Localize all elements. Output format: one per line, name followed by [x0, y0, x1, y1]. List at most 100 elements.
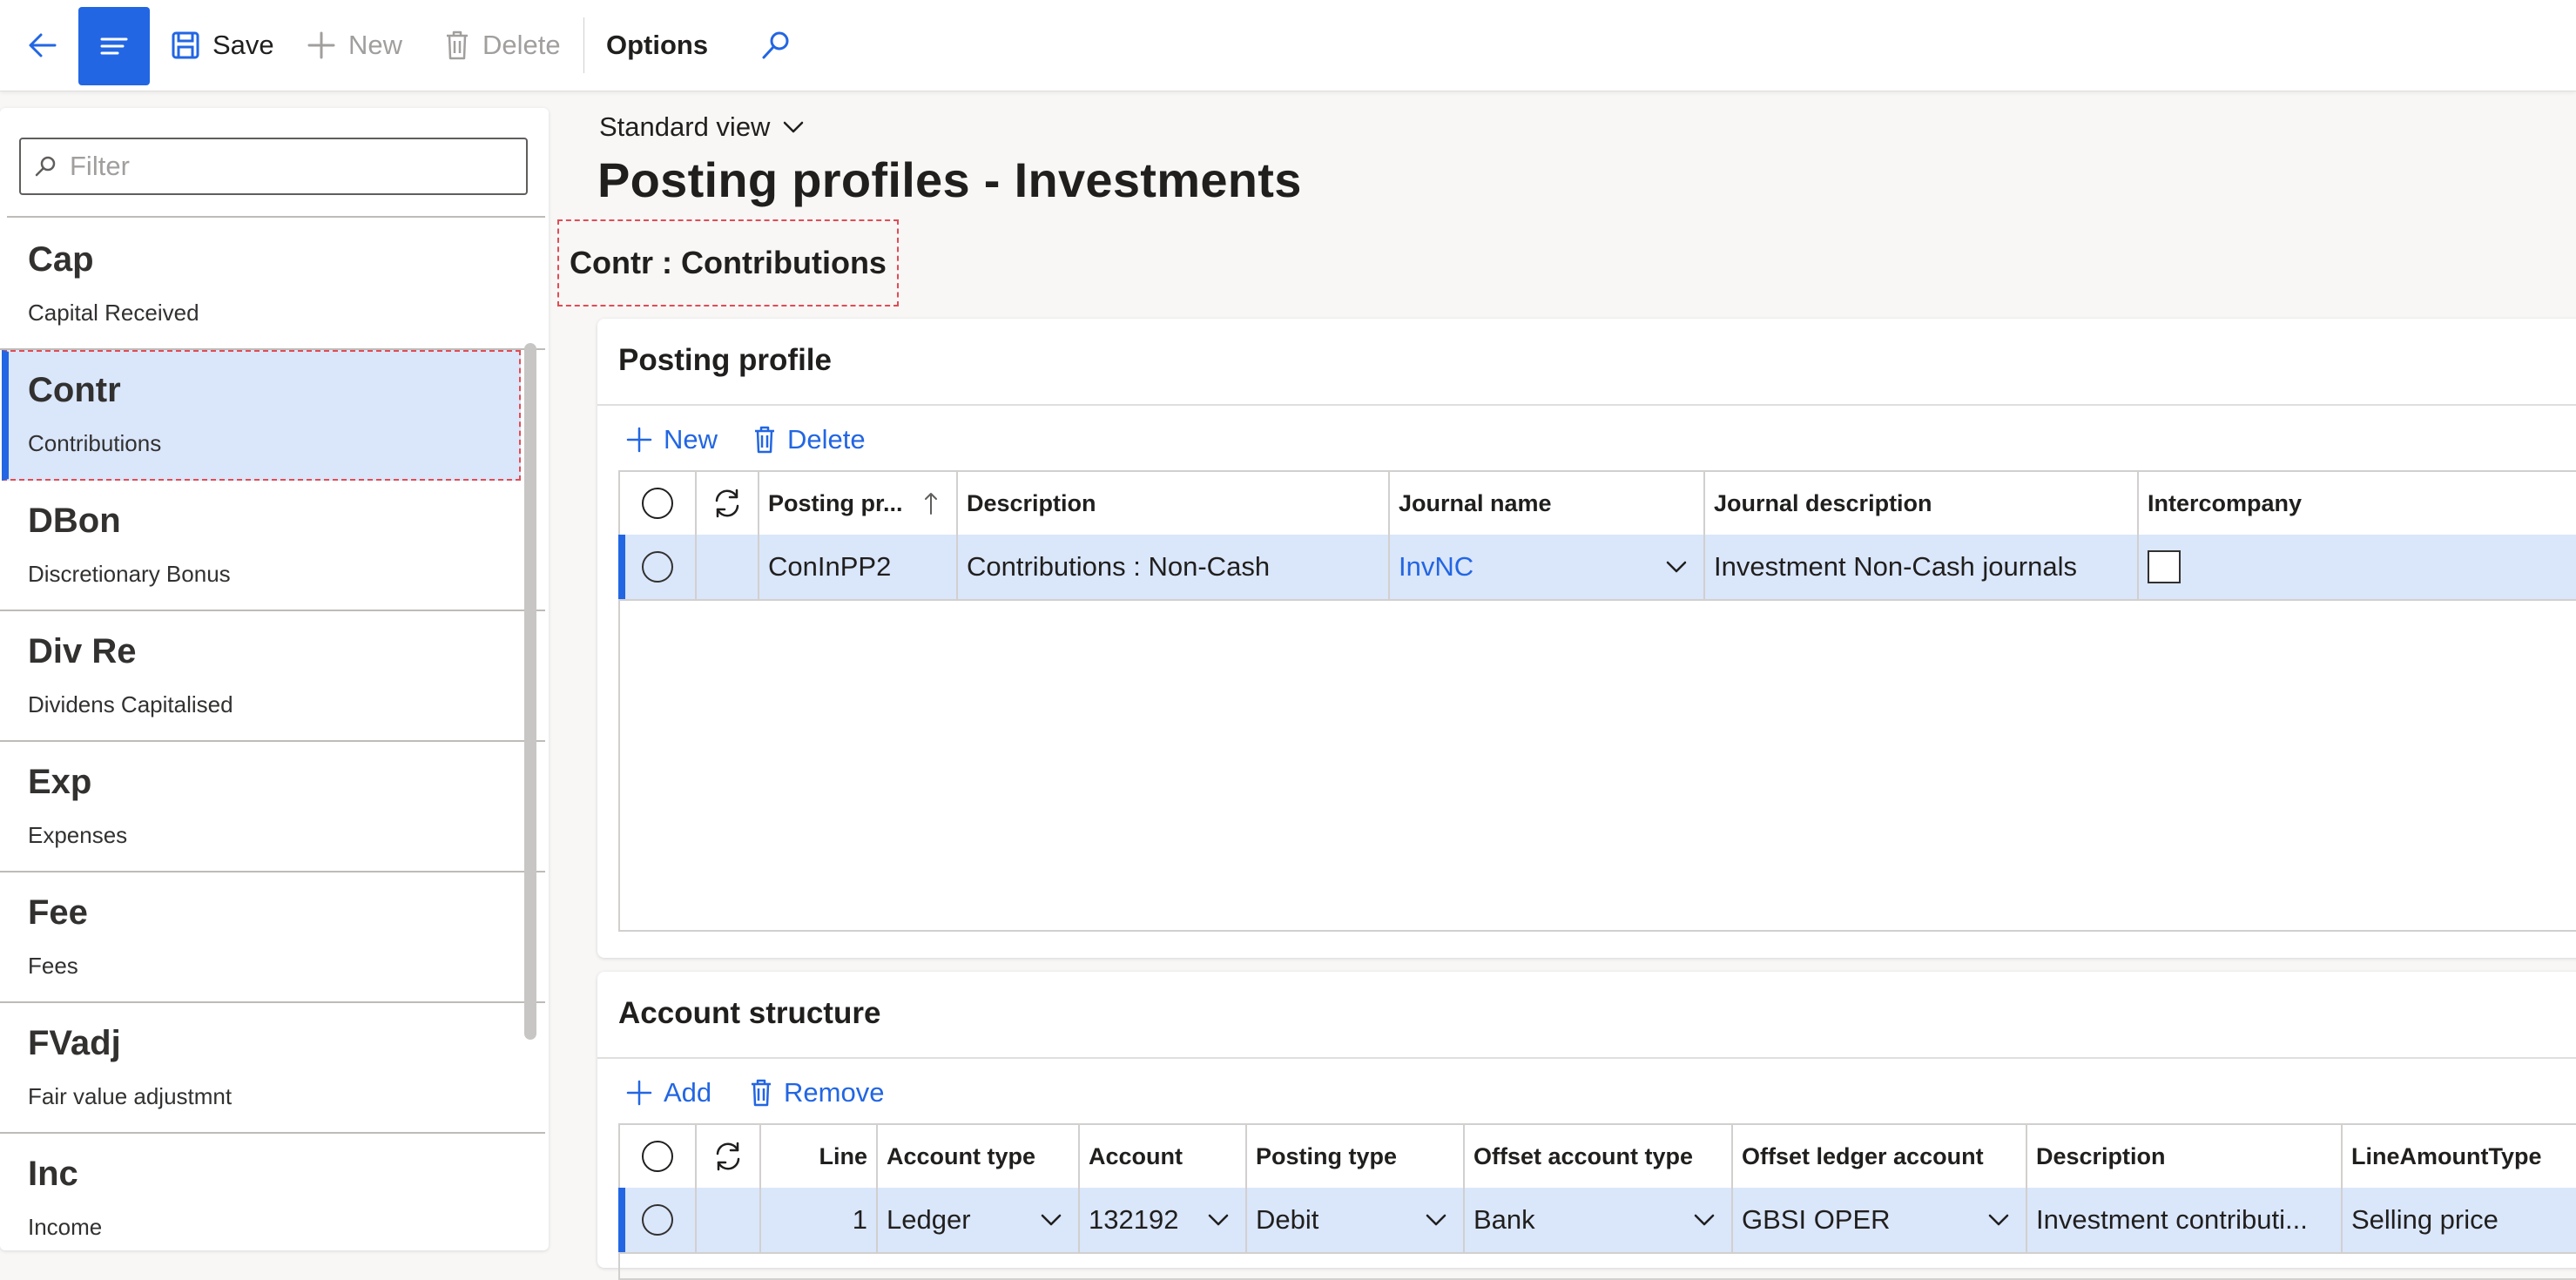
- refresh-icon: [715, 488, 739, 518]
- posting-type-dropdown[interactable]: Debit: [1247, 1188, 1465, 1252]
- new-label: New: [348, 30, 403, 60]
- hamburger-icon: [100, 37, 128, 55]
- journal-name-link[interactable]: InvNC: [1399, 551, 1473, 583]
- list-item-exp[interactable]: Exp Expenses: [0, 742, 545, 872]
- save-button[interactable]: Save: [171, 10, 274, 80]
- new-line-label: New: [664, 424, 718, 455]
- cell-journal-description[interactable]: Investment Non-Cash journals: [1705, 535, 2139, 599]
- list-scrollbar[interactable]: [524, 343, 536, 1040]
- row-select-circle[interactable]: [642, 1204, 673, 1236]
- column-header-journal-description[interactable]: Journal description: [1705, 472, 2139, 535]
- column-header-posting-profile[interactable]: Posting pr...: [759, 472, 958, 535]
- posting-profile-section: Posting profile New Delete Posting pr...: [597, 319, 2576, 958]
- offset-ledger-account-dropdown[interactable]: GBSI OPER: [1733, 1188, 2027, 1252]
- remove-line-button[interactable]: Remove: [749, 1069, 884, 1116]
- posting-profile-value: ConInPP2: [768, 551, 892, 582]
- back-button[interactable]: [12, 10, 73, 80]
- account-type-value: Ledger: [887, 1204, 971, 1235]
- cell-intercompany[interactable]: [2139, 535, 2576, 599]
- list-item-description: Discretionary Bonus: [28, 561, 231, 587]
- posting-type-value: Debit: [1256, 1204, 1319, 1235]
- row-refresh-cell: [697, 1188, 761, 1252]
- account-type-dropdown[interactable]: Ledger: [878, 1188, 1080, 1252]
- section-divider: [597, 1057, 2576, 1059]
- column-header-offset-account-type[interactable]: Offset account type: [1465, 1125, 1733, 1188]
- view-selector[interactable]: Standard view: [599, 111, 805, 143]
- column-header-label: Intercompany: [2148, 489, 2303, 516]
- chevron-down-icon: [1426, 1214, 1446, 1226]
- list-item-dbon[interactable]: DBon Discretionary Bonus: [0, 481, 545, 611]
- delete-line-button[interactable]: Delete: [752, 416, 866, 463]
- section-divider: [597, 404, 2576, 406]
- offset-account-type-value: Bank: [1473, 1204, 1535, 1235]
- delete-label: Delete: [482, 30, 561, 60]
- cell-description[interactable]: Contributions : Non-Cash: [958, 535, 1390, 599]
- delete-button[interactable]: Delete: [444, 10, 561, 80]
- select-all-circle[interactable]: [642, 488, 673, 519]
- options-button[interactable]: Options: [606, 10, 708, 80]
- plus-icon: [626, 427, 652, 453]
- account-value: 132192: [1089, 1204, 1179, 1235]
- column-header-line-amount-type[interactable]: LineAmountType: [2343, 1125, 2576, 1188]
- select-all-cell[interactable]: [620, 472, 697, 535]
- save-icon: [172, 31, 199, 59]
- select-all-cell[interactable]: [620, 1125, 697, 1188]
- column-header-posting-type[interactable]: Posting type: [1247, 1125, 1465, 1188]
- column-header-description[interactable]: Description: [2027, 1125, 2343, 1188]
- column-header-label: Journal name: [1399, 489, 1552, 516]
- filter-input[interactable]: [68, 150, 507, 183]
- refresh-cell[interactable]: [697, 472, 759, 535]
- record-heading: Contr : Contributions: [557, 219, 899, 307]
- journal-name-dropdown[interactable]: InvNC: [1390, 535, 1705, 599]
- account-dropdown[interactable]: 132192: [1080, 1188, 1247, 1252]
- column-header-offset-ledger-account[interactable]: Offset ledger account: [1733, 1125, 2027, 1188]
- new-button[interactable]: New: [307, 10, 402, 80]
- list-item-code: DBon: [28, 502, 121, 540]
- column-header-intercompany[interactable]: Intercompany: [2139, 472, 2576, 535]
- list-item-code: Fee: [28, 893, 88, 932]
- list-item-code: Inc: [28, 1155, 78, 1193]
- select-all-circle[interactable]: [642, 1141, 673, 1172]
- add-line-button[interactable]: Add: [625, 1069, 711, 1116]
- section-title: Account structure: [618, 996, 881, 1030]
- search-icon: [762, 31, 789, 59]
- list-item-fee[interactable]: Fee Fees: [0, 872, 545, 1003]
- grid-header: Line Account type Account Posting type O…: [620, 1125, 2576, 1189]
- column-header-journal-name[interactable]: Journal name: [1390, 472, 1705, 535]
- filter-field[interactable]: [19, 138, 528, 195]
- list-item-code: Contr: [28, 371, 121, 409]
- row-select-cell[interactable]: [620, 1188, 697, 1252]
- view-label: Standard view: [599, 111, 771, 142]
- column-header-account-type[interactable]: Account type: [878, 1125, 1080, 1188]
- list-item-cap[interactable]: Cap Capital Received: [0, 219, 545, 350]
- list-item-fvadj[interactable]: FVadj Fair value adjustmnt: [0, 1003, 545, 1134]
- delete-line-label: Delete: [787, 424, 866, 455]
- new-line-button[interactable]: New: [625, 416, 718, 463]
- list-item-description: Capital Received: [28, 300, 199, 326]
- column-header-account[interactable]: Account: [1080, 1125, 1247, 1188]
- list-item-inc[interactable]: Inc Income: [0, 1134, 545, 1264]
- search-button[interactable]: [756, 10, 796, 80]
- offset-account-type-dropdown[interactable]: Bank: [1465, 1188, 1733, 1252]
- row-select-circle[interactable]: [642, 551, 673, 583]
- list-item-code: Cap: [28, 240, 94, 279]
- navigation-menu-button[interactable]: [78, 7, 150, 85]
- table-row[interactable]: ConInPP2 Contributions : Non-Cash InvNC …: [618, 535, 2576, 601]
- list-item-contr[interactable]: Contr Contributions: [2, 350, 521, 481]
- row-select-cell[interactable]: [620, 535, 697, 599]
- table-row[interactable]: 1 Ledger 132192 Debit Bank GBSI OPER Inv…: [618, 1188, 2576, 1254]
- list-item-div-re[interactable]: Div Re Dividens Capitalised: [0, 611, 545, 742]
- description-value: Investment contributi...: [2036, 1204, 2308, 1235]
- refresh-icon: [716, 1142, 740, 1171]
- list-item-code: Div Re: [28, 632, 137, 670]
- refresh-cell[interactable]: [697, 1125, 761, 1188]
- intercompany-checkbox[interactable]: [2148, 550, 2181, 583]
- cell-line[interactable]: 1: [761, 1188, 878, 1252]
- cell-posting-profile[interactable]: ConInPP2: [759, 535, 958, 599]
- column-header-description[interactable]: Description: [958, 472, 1390, 535]
- posting-profile-grid: Posting pr... Description Journal name J…: [618, 470, 2576, 932]
- column-header-line[interactable]: Line: [761, 1125, 878, 1188]
- cell-description[interactable]: Investment contributi...: [2027, 1188, 2343, 1252]
- cell-line-amount-type[interactable]: Selling price: [2343, 1188, 2576, 1252]
- list-panel: Cap Capital Received Contr Contributions…: [0, 108, 549, 1250]
